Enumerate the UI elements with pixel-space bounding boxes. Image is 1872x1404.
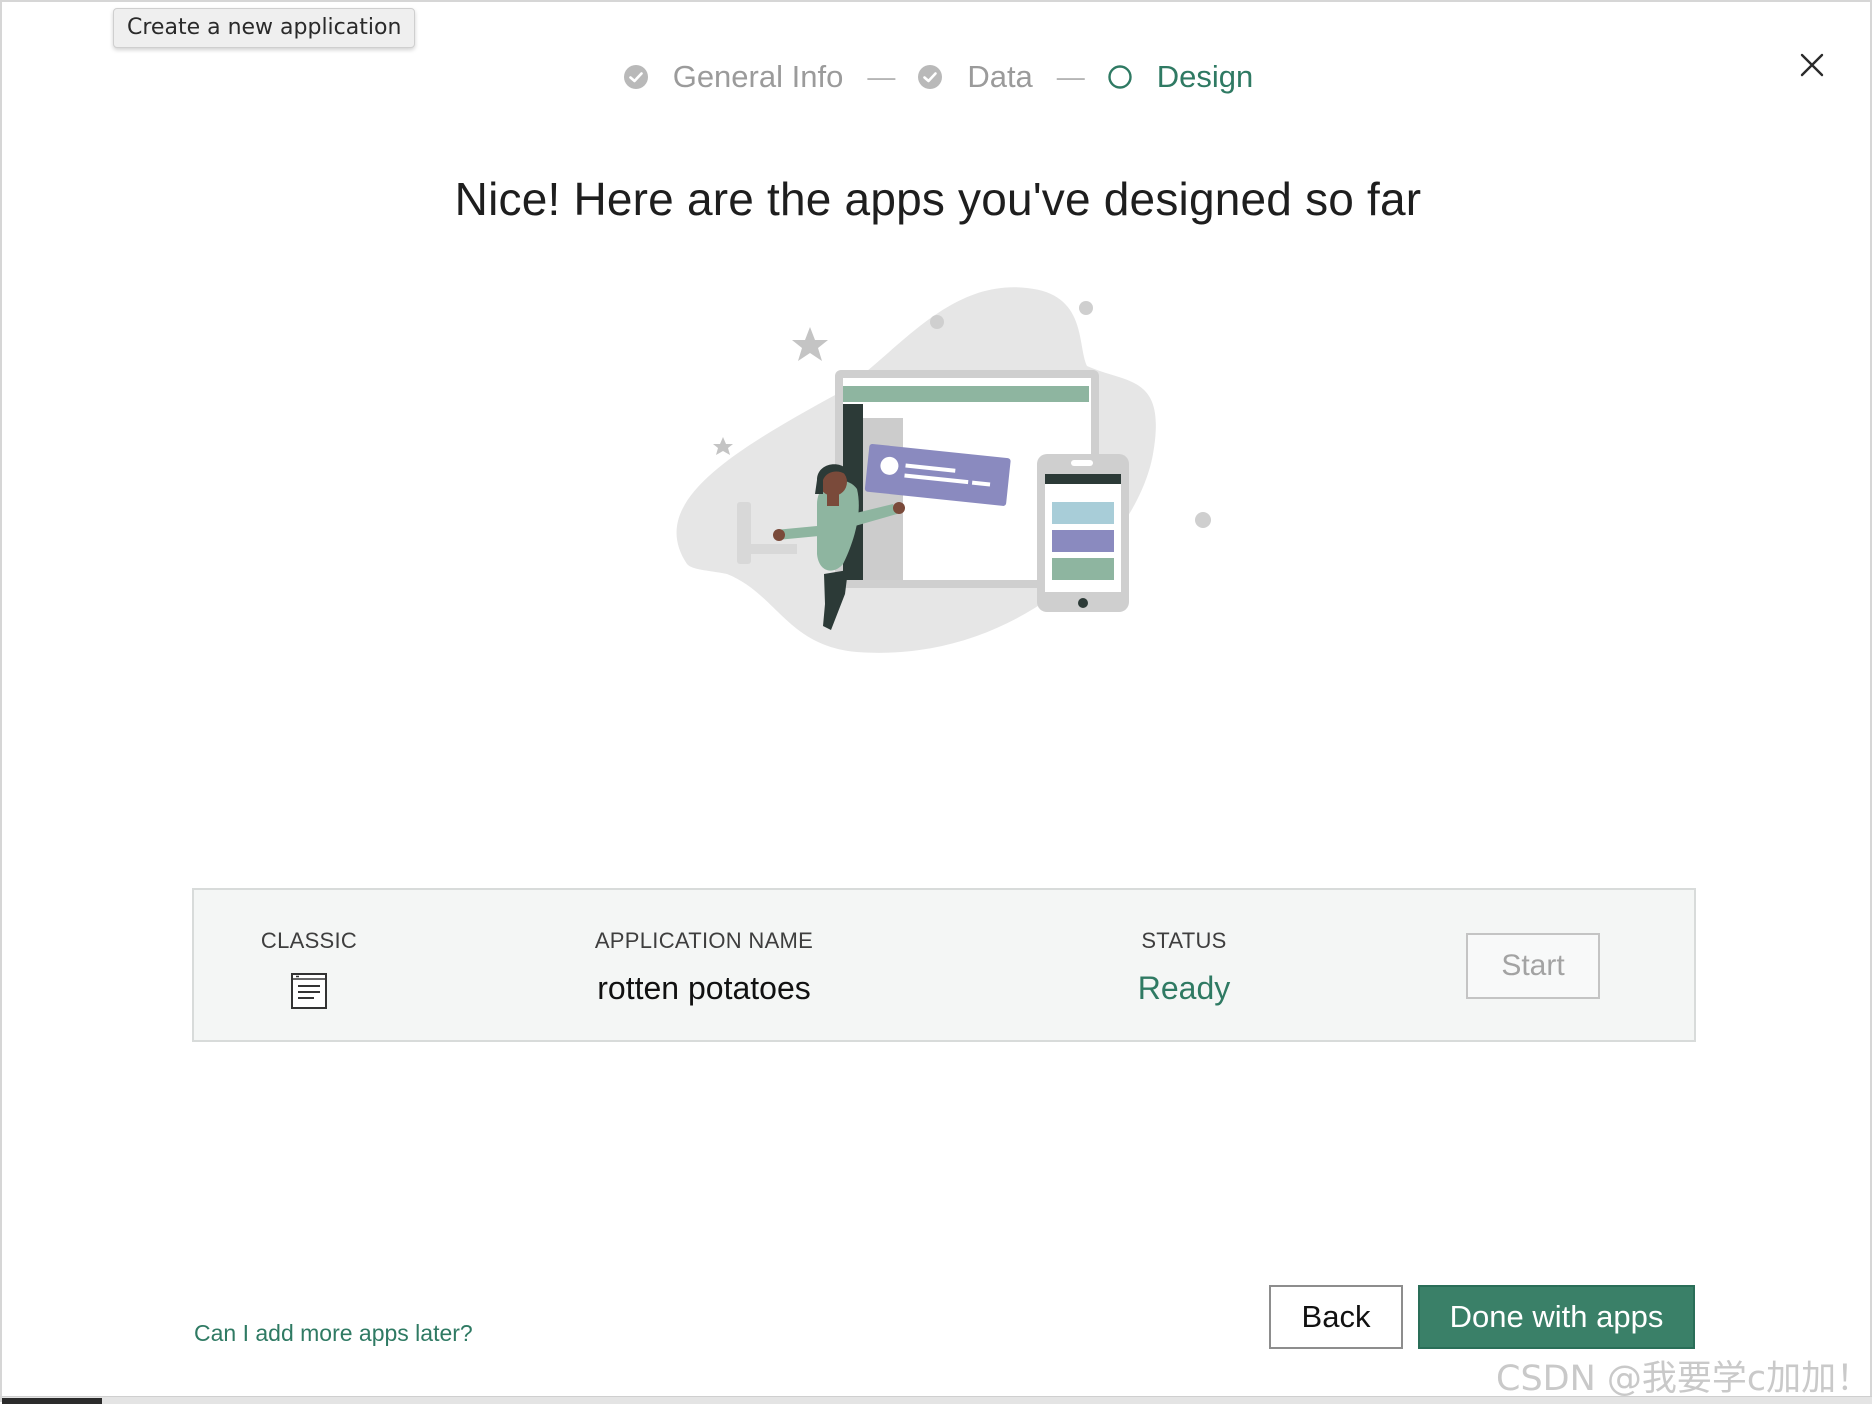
add-more-apps-link[interactable]: Can I add more apps later? [194, 1320, 473, 1347]
column-status: STATUS Ready [1114, 928, 1254, 1007]
step-general-info: General Info [623, 59, 844, 95]
column-header-status: STATUS [1141, 928, 1227, 953]
bottom-scrollbar-thumb [2, 1398, 102, 1404]
app-list-card: CLASSIC APPLICATION NAME rotten potatoes… [192, 888, 1696, 1042]
tooltip: Create a new application [113, 8, 416, 48]
close-icon[interactable] [1794, 47, 1830, 83]
watermark: CSDN @我要学c加加！ [1496, 1359, 1872, 1399]
column-classic: CLASSIC [254, 928, 364, 1010]
step-label: Design [1156, 59, 1254, 94]
back-button[interactable]: Back [1269, 1285, 1403, 1349]
app-window: Create a new application General Info — … [0, 0, 1872, 1404]
check-circle-icon [623, 65, 648, 89]
wizard-stepper: General Info — Data — Design [2, 54, 1872, 100]
column-application-name: APPLICATION NAME rotten potatoes [554, 928, 854, 1007]
design-illustration [676, 287, 1211, 653]
check-circle-icon [918, 65, 943, 89]
step-data: Data [917, 59, 1033, 95]
step-separator: — [867, 61, 896, 92]
status-badge: Ready [1137, 970, 1231, 1006]
step-label: Data [967, 59, 1033, 94]
column-header-classic: CLASSIC [260, 928, 358, 953]
done-with-apps-button[interactable]: Done with apps [1418, 1285, 1695, 1349]
column-header-name: APPLICATION NAME [594, 928, 814, 953]
step-separator: — [1056, 61, 1085, 92]
step-label: General Info [672, 59, 844, 94]
step-design: Design [1107, 59, 1254, 95]
bottom-scrollbar [2, 1396, 1872, 1404]
empty-circle-icon [1108, 65, 1132, 89]
start-button[interactable]: Start [1466, 933, 1600, 999]
form-icon [291, 973, 327, 1009]
page-title: Nice! Here are the apps you've designed … [454, 173, 1422, 225]
app-name: rotten potatoes [597, 970, 811, 1006]
